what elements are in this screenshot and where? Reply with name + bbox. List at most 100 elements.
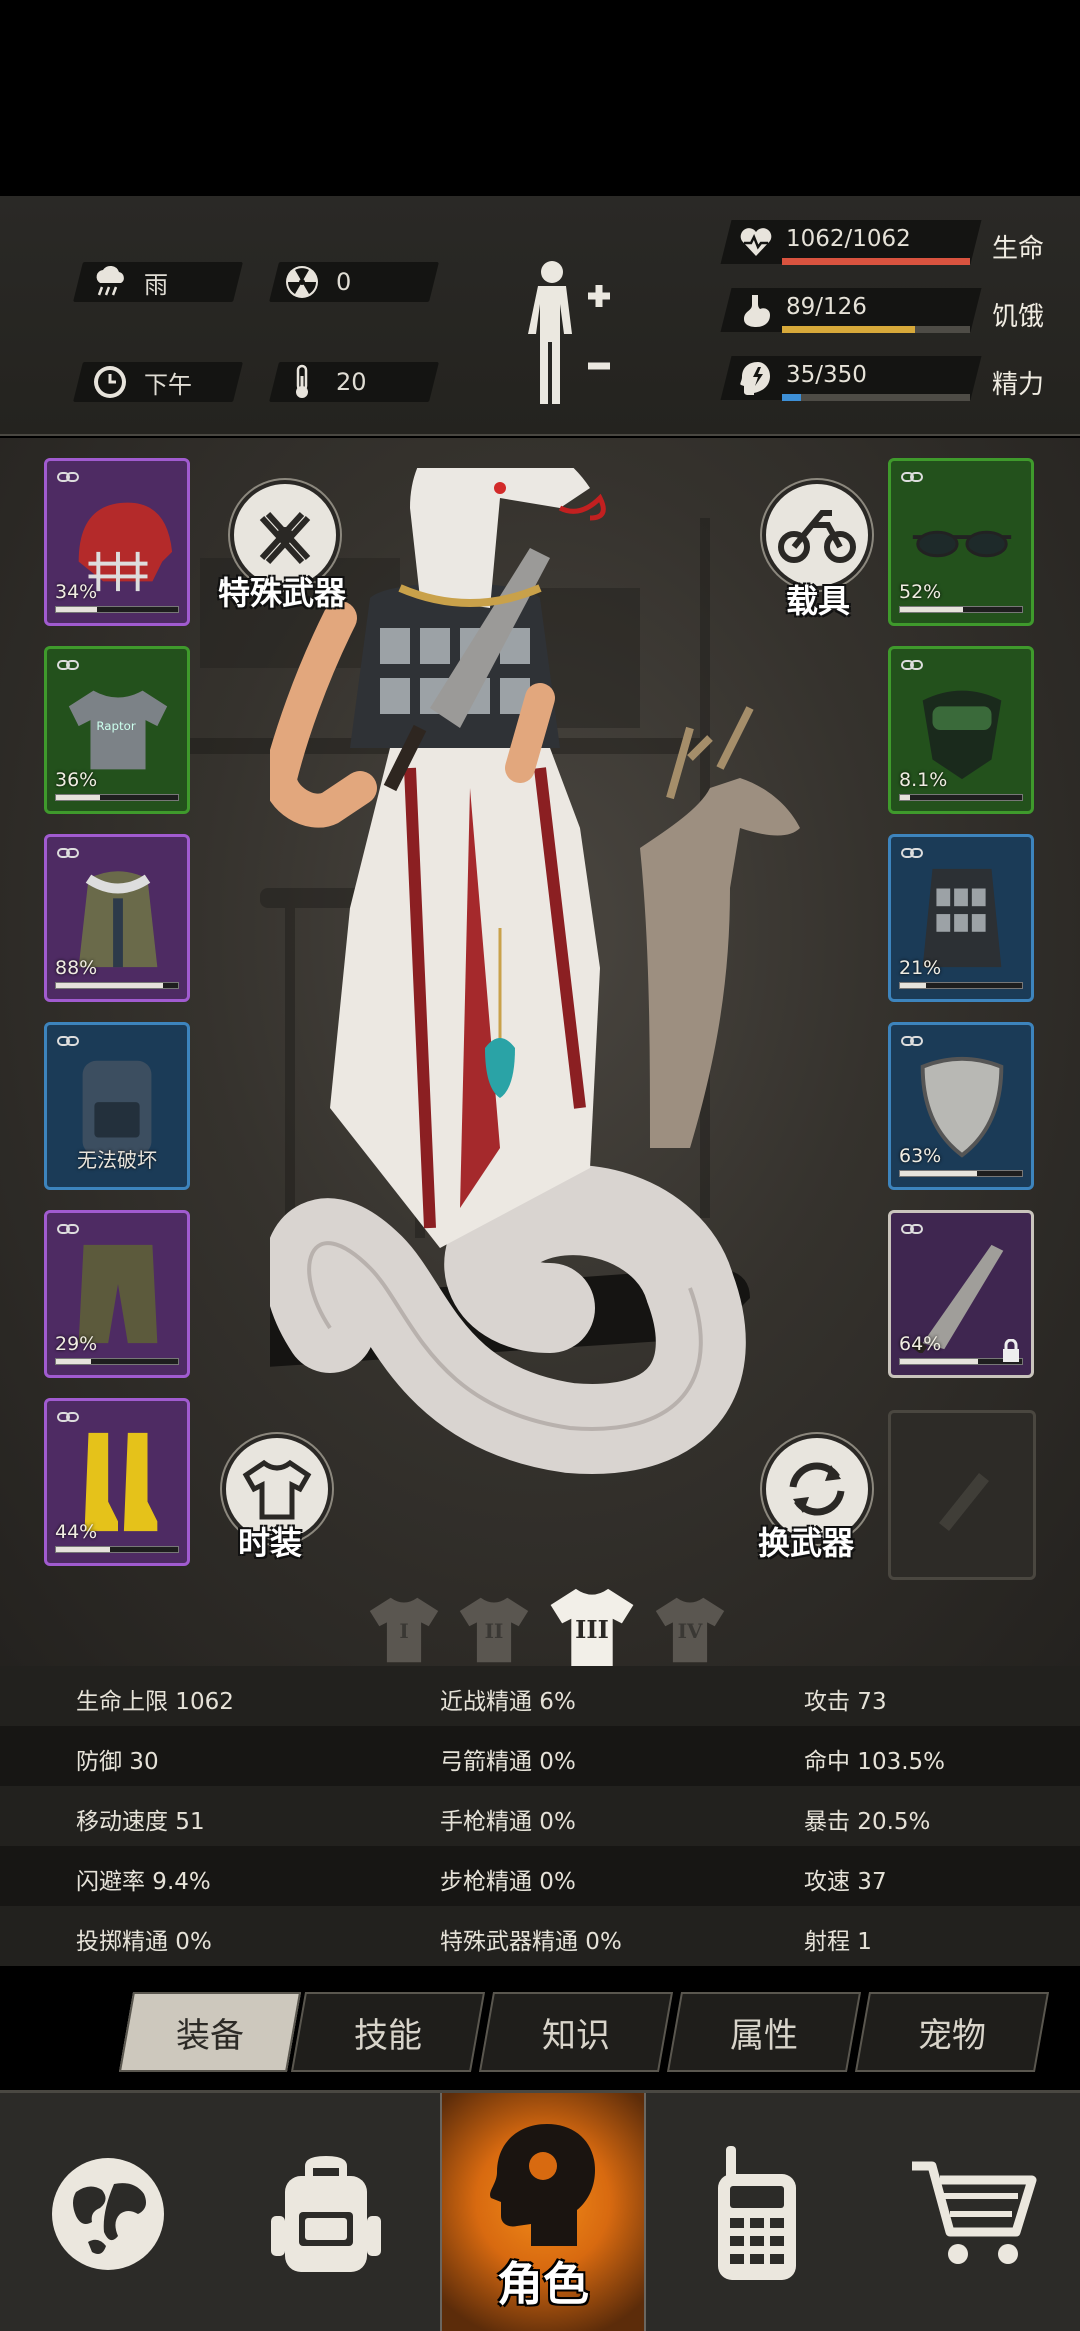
- left-slot-parka[interactable]: 88%: [44, 834, 190, 1002]
- outfit-numeral: I: [399, 1619, 409, 1644]
- durability-percent: 34%: [55, 581, 98, 603]
- left-slot-helmet[interactable]: 34%: [44, 458, 190, 626]
- secondary-weapon-slot-empty[interactable]: [888, 1410, 1036, 1580]
- durability-bar-fill: [900, 1171, 977, 1176]
- durability-bar: [899, 982, 1023, 989]
- linked-chain-icon: [57, 1224, 79, 1234]
- character-scene: 34% Raptor 36% 88% 无法破坏 29% 44% 52% 8.1% 21% 63% 6…: [0, 438, 1080, 1666]
- svg-text:Raptor: Raptor: [96, 719, 135, 733]
- globe-icon: [51, 2157, 164, 2270]
- body-status-icon[interactable]: [520, 256, 630, 416]
- lock-icon: [1003, 1339, 1019, 1362]
- linked-chain-icon: [57, 472, 79, 482]
- outfit-slot-3[interactable]: III: [546, 1582, 638, 1666]
- nav-character-label: 角色: [497, 2257, 589, 2311]
- special-weapon-label: 特殊武器: [218, 574, 347, 612]
- clock-icon: [90, 362, 130, 402]
- right-slot-shield[interactable]: 63%: [888, 1022, 1034, 1190]
- stat-cell: 闪避率 9.4%: [76, 1869, 211, 1895]
- durability-bar-fill: [56, 795, 100, 800]
- durability-bar: [55, 794, 179, 801]
- stats-row: 移动速度 51 手枪精通 0% 暴击 20.5%: [0, 1786, 1080, 1846]
- durability-percent: 44%: [55, 1521, 98, 1543]
- nav-world[interactable]: [0, 2093, 215, 2331]
- top-black-bar: [0, 0, 1080, 196]
- durability-bar-fill: [56, 607, 98, 612]
- radiation-icon: [282, 262, 322, 302]
- swap-weapon-label: 换武器: [758, 1524, 855, 1562]
- tab-label: 技能: [354, 2015, 422, 2056]
- stats-row: 生命上限 1062 近战精通 6% 攻击 73: [0, 1666, 1080, 1726]
- outfit-slot-4[interactable]: IV: [652, 1592, 728, 1666]
- outfit-slot-2[interactable]: II: [456, 1592, 532, 1666]
- hunger-label: 饥饿: [992, 302, 1045, 332]
- durability-bar-fill: [900, 795, 910, 800]
- durability-bar: [899, 606, 1023, 613]
- durability-bar-fill: [900, 983, 926, 988]
- durability-bar: [55, 1358, 179, 1365]
- vehicle-button[interactable]: [762, 480, 872, 590]
- nav-radio[interactable]: [648, 2093, 866, 2331]
- temperature-value: 20: [336, 368, 367, 396]
- nav-shop[interactable]: [866, 2093, 1080, 2331]
- right-slot-vest[interactable]: 21%: [888, 834, 1034, 1002]
- temperature: 20: [282, 362, 367, 402]
- stat-cell: 防御 30: [76, 1749, 159, 1775]
- heart-pulse-icon: [740, 228, 772, 256]
- durability-bar-fill: [56, 983, 164, 988]
- durability-percent: 21%: [899, 957, 942, 979]
- right-slot-machete[interactable]: 64%: [888, 1210, 1034, 1378]
- left-slot-backpack[interactable]: 无法破坏: [44, 1022, 190, 1190]
- left-slot-boots[interactable]: 44%: [44, 1398, 190, 1566]
- left-slot-pants[interactable]: 29%: [44, 1210, 190, 1378]
- durability-bar-fill: [900, 607, 964, 612]
- durability-percent: 8.1%: [899, 769, 948, 791]
- energy-value: 35/350: [786, 362, 867, 388]
- energy-head-icon: [740, 362, 770, 395]
- health-bar-fill: [782, 258, 970, 265]
- durability-bar-fill: [900, 1359, 979, 1364]
- stat-cell: 弓箭精通 0%: [440, 1749, 576, 1775]
- right-slot-glasses[interactable]: 52%: [888, 458, 1034, 626]
- radiation-value: 0: [336, 268, 352, 296]
- stats-table: 生命上限 1062 近战精通 6% 攻击 73 防御 30 弓箭精通 0% 命中 103.…: [0, 1666, 1080, 1966]
- weapon-placeholder-icon: [939, 1473, 989, 1531]
- tshirt-icon: [242, 1459, 312, 1520]
- stat-cell: 投掷精通 0%: [76, 1929, 212, 1955]
- linked-chain-icon: [901, 848, 923, 858]
- hunger-bar-fill: [782, 326, 915, 333]
- durability-percent: 63%: [899, 1145, 942, 1167]
- weather: 雨: [90, 262, 168, 302]
- durability-percent: 88%: [55, 957, 98, 979]
- outfit-numeral: II: [484, 1619, 504, 1644]
- outfit-numeral: III: [575, 1615, 609, 1645]
- durability-bar: [899, 1170, 1023, 1177]
- durability-percent: 29%: [55, 1333, 98, 1355]
- outfit-slot-1[interactable]: I: [366, 1592, 442, 1666]
- linked-chain-icon: [901, 1224, 923, 1234]
- linked-chain-icon: [57, 660, 79, 670]
- linked-chain-icon: [901, 1036, 923, 1046]
- durability-bar: [55, 606, 179, 613]
- tab-label: 属性: [730, 2015, 798, 2056]
- linked-chain-icon: [57, 1412, 79, 1422]
- health-bar: [782, 258, 970, 265]
- vehicle-label: 载具: [786, 582, 851, 620]
- energy-bar-fill: [782, 394, 801, 401]
- stat-cell: 射程 1: [804, 1929, 872, 1955]
- radiation: 0: [282, 262, 351, 302]
- health-value: 1062/1062: [786, 226, 911, 252]
- energy-label: 精力: [992, 370, 1045, 400]
- stat-cell: 命中 103.5%: [804, 1749, 946, 1775]
- nav-character[interactable]: 角色: [440, 2093, 646, 2331]
- walkie-talkie-icon: [718, 2145, 796, 2280]
- left-slot-tshirt[interactable]: Raptor 36%: [44, 646, 190, 814]
- tab-label: 宠物: [918, 2015, 986, 2056]
- tab-label: 知识: [542, 2015, 610, 2056]
- stat-cell: 攻速 37: [804, 1869, 887, 1895]
- time-label: 下午: [144, 370, 192, 399]
- right-slot-gas-mask[interactable]: 8.1%: [888, 646, 1034, 814]
- hunger-bar: [782, 326, 970, 333]
- motorcycle-icon: [778, 510, 856, 563]
- nav-inventory[interactable]: [215, 2093, 437, 2331]
